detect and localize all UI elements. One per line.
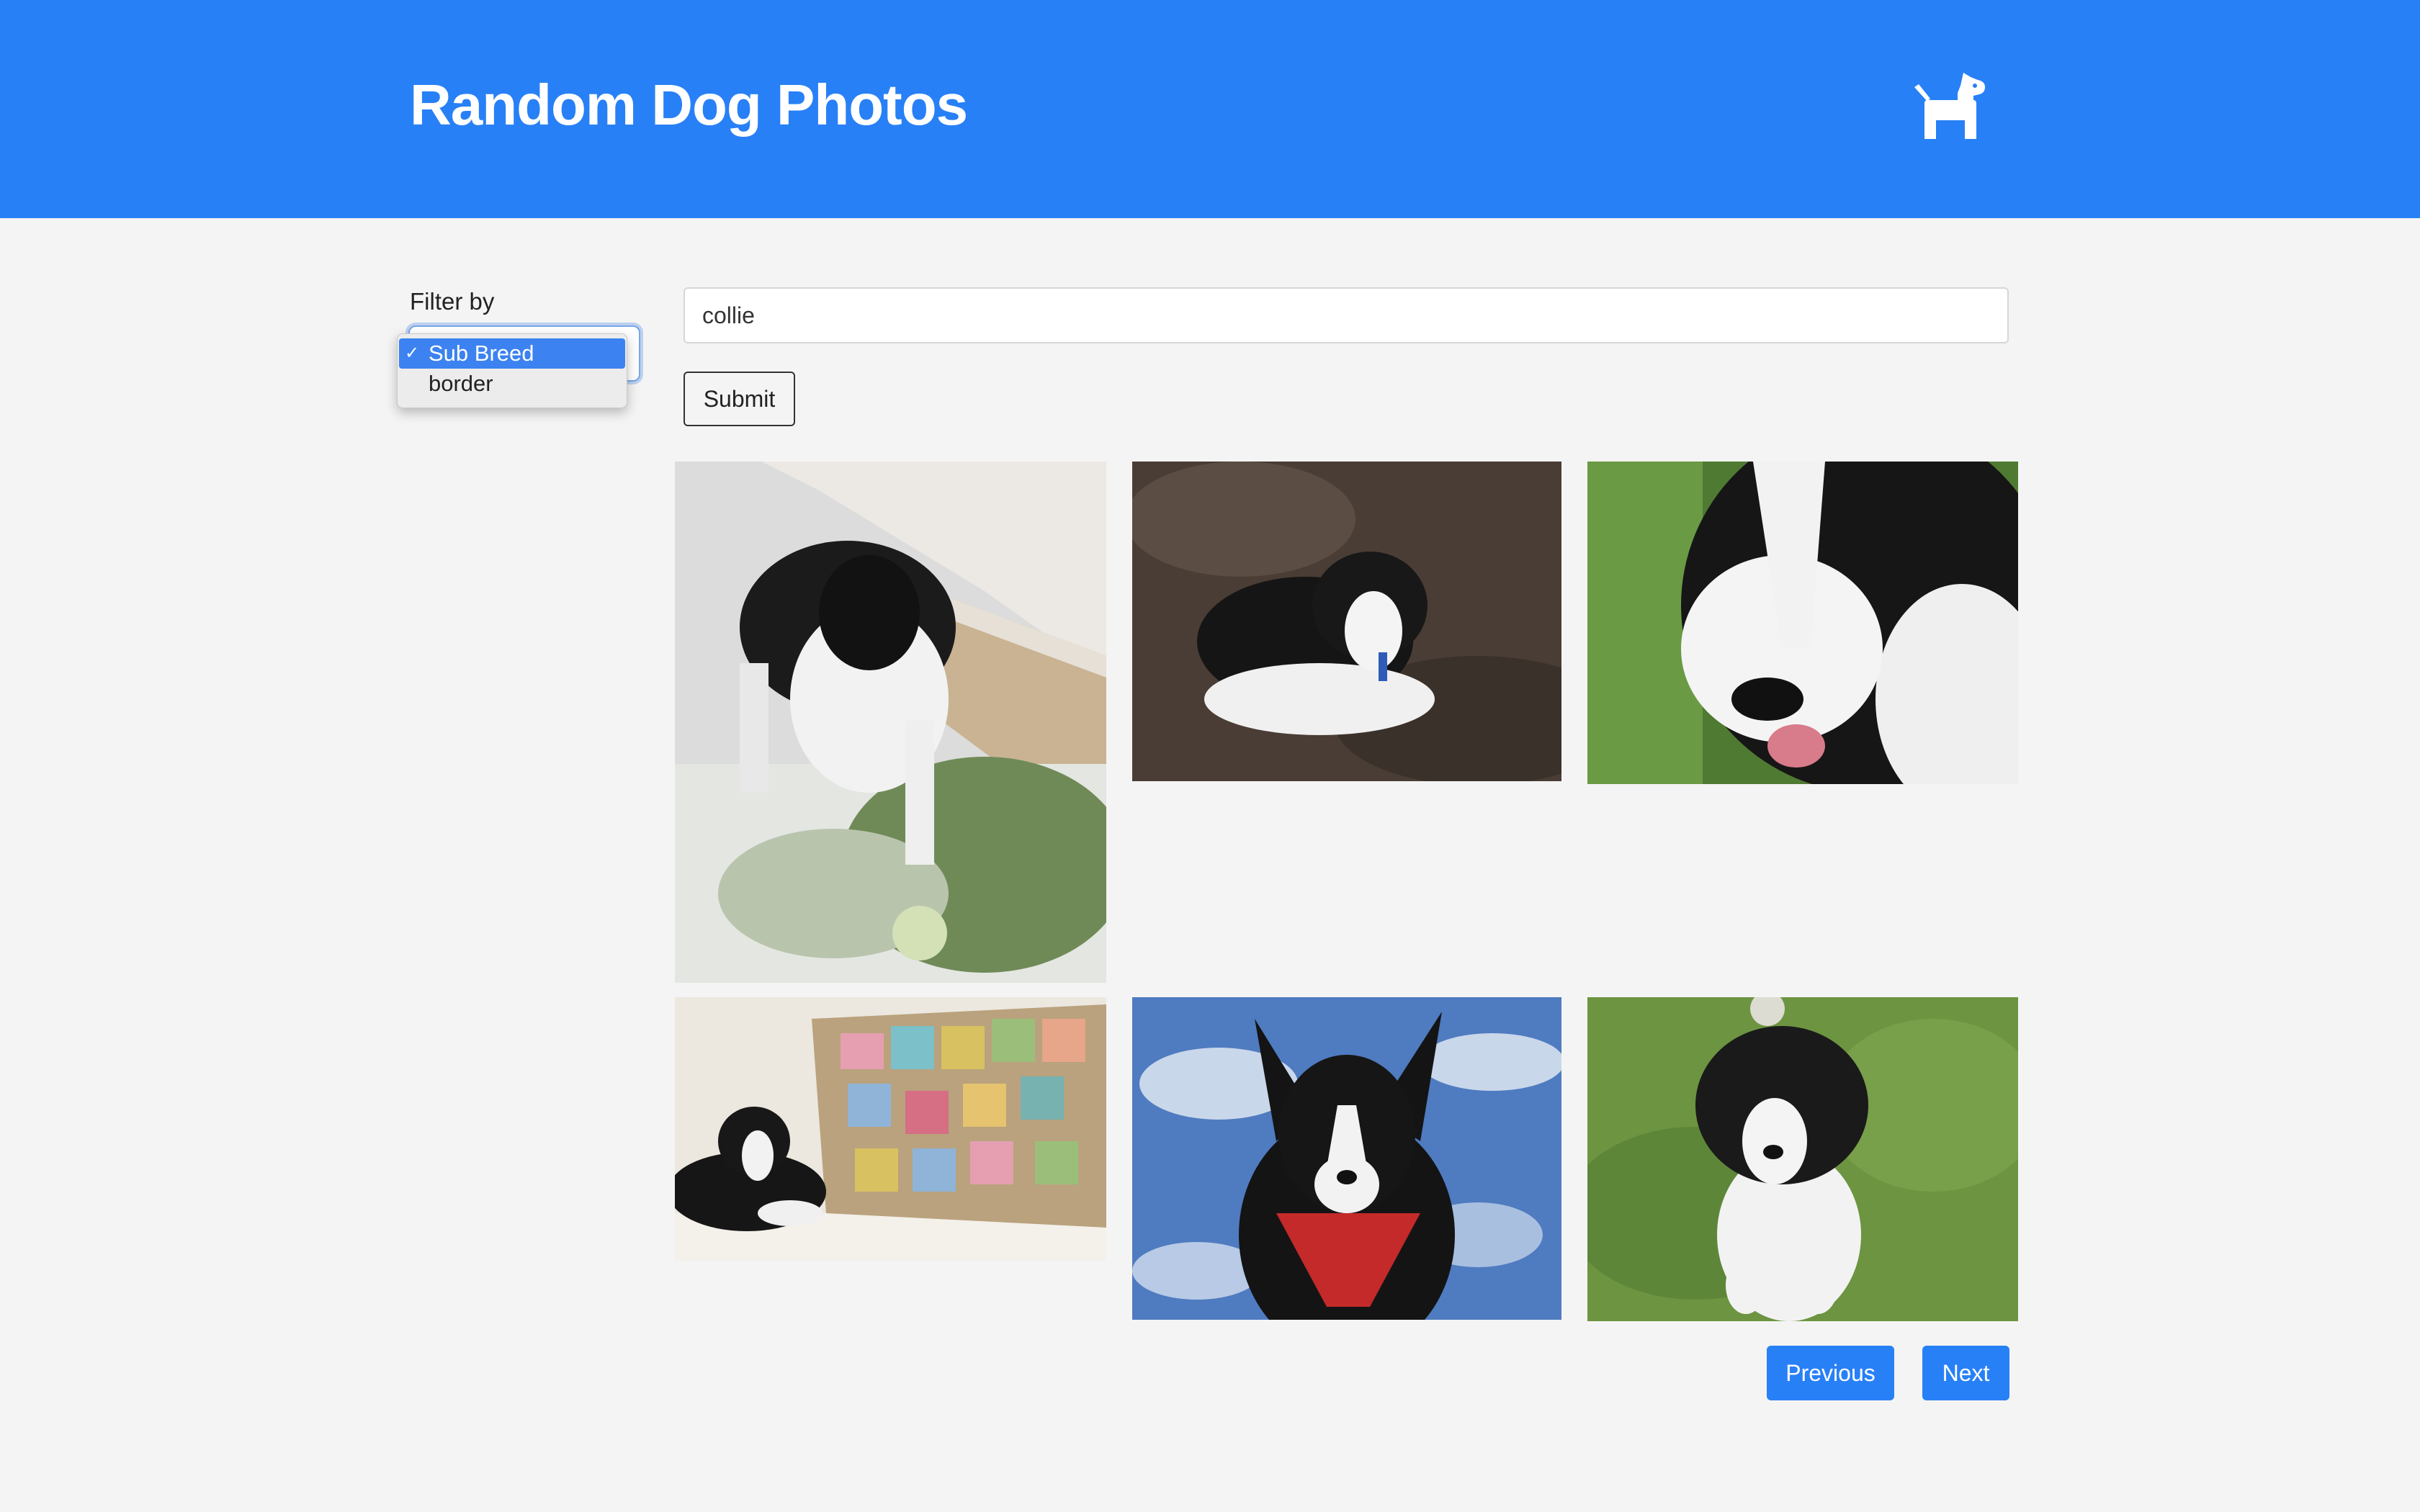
dog-photo[interactable] — [675, 997, 1106, 1261]
sub-breed-dropdown-menu: ✓ Sub Breed border — [397, 333, 627, 408]
next-button[interactable]: Next — [1922, 1346, 2009, 1400]
breed-search-input[interactable] — [684, 287, 2009, 343]
dog-photo[interactable] — [1587, 997, 2018, 1321]
dropdown-option-border[interactable]: border — [399, 369, 625, 399]
dog-icon — [1913, 71, 1988, 140]
app-header: Random Dog Photos — [0, 0, 2420, 218]
option-label: Sub Breed — [429, 341, 534, 366]
dropdown-option-sub-breed[interactable]: ✓ Sub Breed — [399, 338, 625, 369]
dog-photo[interactable] — [1587, 462, 2018, 784]
checkmark-icon: ✓ — [405, 343, 420, 363]
dog-photo[interactable] — [675, 462, 1106, 983]
dog-photo[interactable] — [1132, 462, 1561, 781]
page-title: Random Dog Photos — [410, 73, 968, 137]
option-label: border — [429, 371, 493, 396]
previous-button[interactable]: Previous — [1767, 1346, 1894, 1400]
submit-button[interactable]: Submit — [684, 372, 795, 426]
filter-label: Filter by — [410, 288, 495, 315]
dog-photo[interactable] — [1132, 997, 1561, 1320]
